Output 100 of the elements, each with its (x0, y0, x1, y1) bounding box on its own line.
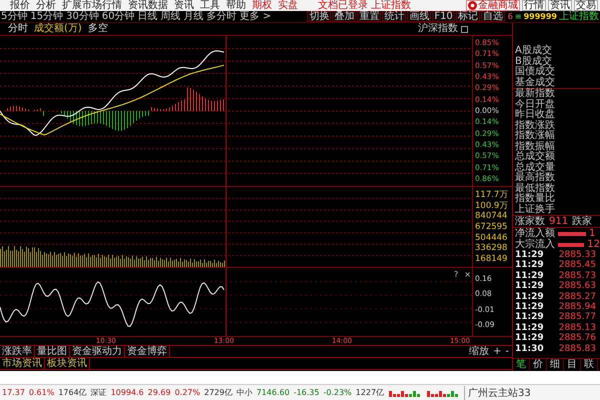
quote-field-label: 指数涨跌 (514, 120, 556, 130)
indicator-tab[interactable]: 量比图 (35, 346, 70, 357)
indicator-tab[interactable]: 资金博弈 (125, 346, 170, 357)
period-tab[interactable]: 15分钟 (30, 11, 64, 22)
tick-price: 2885.76 (558, 333, 596, 344)
tick-time: 11:29 (515, 312, 544, 323)
menu-item[interactable]: 报价 (10, 0, 30, 11)
tick-time: 11:29 (515, 302, 544, 312)
news-tab[interactable]: 板块资讯 (45, 358, 90, 369)
flow-label: 大宗流入 (515, 239, 555, 250)
checkbox[interactable] (461, 26, 468, 32)
tick-time: 11:29 (515, 270, 544, 281)
toolbar-button[interactable]: 资讯 (548, 0, 572, 11)
tick-time: 11:29 (515, 333, 544, 344)
breadth-label: 涨家数 (515, 216, 545, 227)
quote-field-label: 指数量比 (514, 194, 556, 204)
tool-button[interactable]: F10 (432, 11, 455, 22)
quote-field-label: 国债成交 (514, 67, 556, 77)
indicator-control[interactable]: × (464, 270, 471, 279)
menu-item[interactable]: 期权 (252, 0, 272, 11)
quote-field-label: 上证换手 (514, 204, 556, 215)
tick-price: 2885.77 (558, 312, 596, 323)
status-value: 中小 (236, 387, 252, 398)
status-value: -16.35 (294, 388, 320, 397)
status-value: 17.37 (2, 388, 25, 397)
tool-button[interactable]: 叠加 (332, 11, 356, 22)
quote-field-label: 最高指数 (514, 173, 556, 183)
advance-count: 911 (549, 216, 568, 227)
zoom-label: 缩放 (469, 346, 489, 357)
period-tab[interactable]: 日线 (138, 11, 158, 22)
market-code: 6 (508, 11, 513, 22)
period-tab[interactable]: 周线 (160, 11, 181, 22)
tick-price: 2885.83 (558, 344, 596, 354)
axis-label: 168149 (475, 254, 508, 264)
tick-time: 11:29 (515, 292, 544, 302)
flow-value: 12 (587, 239, 600, 250)
mini-chart-icon (388, 388, 422, 396)
period-tab[interactable]: 30分钟 (66, 11, 99, 22)
period-tab[interactable]: 5分钟 (1, 11, 28, 22)
status-value: -0.23% (323, 388, 352, 397)
tool-button[interactable]: 标记 (456, 11, 480, 22)
axis-label: 504446 (475, 232, 508, 243)
status-value: 29.69 (148, 388, 171, 397)
tool-button[interactable]: 重置 (357, 11, 382, 22)
toolbar-button[interactable]: 行情 (522, 0, 546, 11)
period-tab[interactable]: 月线 (184, 11, 204, 22)
tick-price: 2885.73 (558, 270, 596, 281)
status-value: 0.61% (28, 388, 54, 397)
quote-field-label: 基金成交 (514, 78, 556, 88)
tick-price: 2885.13 (558, 322, 596, 333)
quote-field-label: 昨日收盘 (514, 110, 556, 120)
tool-button[interactable]: 切换 (307, 11, 332, 22)
tick-price: 2885.33 (558, 250, 596, 260)
quote-field-label: A股成交 (514, 46, 553, 56)
tick-price: 2885.94 (558, 302, 596, 312)
news-tab[interactable]: 市场资讯 (0, 358, 45, 369)
menu-item[interactable]: 分析 (36, 0, 56, 11)
status-value: 1764亿 (58, 387, 87, 398)
menu-item[interactable]: 资讯 (174, 0, 194, 11)
indicator-tab[interactable]: 涨跌率 (0, 346, 35, 357)
flow-bar (558, 232, 586, 236)
chart-label[interactable]: 分时 (8, 23, 28, 35)
zoom-button[interactable]: - (505, 346, 509, 357)
axis-label: 117.7万 (475, 190, 508, 200)
period-tab[interactable]: 60分钟 (102, 11, 135, 22)
status-value: 10994.6 (110, 388, 144, 397)
quote-field-label: 今日开盘 (514, 100, 556, 110)
tick-price: 2885.45 (558, 260, 596, 271)
tick-time: 11:30 (515, 344, 544, 354)
quote-field-label: B股成交 (514, 56, 552, 66)
axis-label: 336298 (475, 243, 508, 254)
tool-button[interactable]: 自选 (480, 11, 505, 22)
indicator-control[interactable]: ? (454, 270, 458, 279)
status-value: 深证 (90, 387, 107, 398)
tool-button[interactable]: 画线 (407, 11, 432, 22)
period-tab[interactable]: 多分时 (206, 11, 237, 22)
menu-icon[interactable]: ≡ (514, 11, 522, 22)
axis-label: 840744 (475, 211, 508, 222)
menu-item[interactable]: 工具 (200, 0, 220, 11)
menu-item[interactable]: 资讯数据 (128, 0, 168, 11)
tick-time: 11:29 (515, 260, 544, 271)
security-name: 上证指数 (559, 11, 599, 22)
indicator-tab[interactable]: 资金驱动力 (70, 346, 125, 357)
period-tab[interactable]: 更多 > (240, 11, 272, 22)
axis-label: 672595 (475, 222, 508, 232)
breadth-label: 跌家 (572, 216, 592, 227)
quote-field-label: 总成交额 (514, 152, 556, 162)
quote-field-label: 总成交量 (514, 162, 556, 172)
security-code: 999999 (524, 11, 557, 22)
menu-item[interactable]: 帮助 (226, 0, 246, 11)
zoom-button[interactable]: + (493, 346, 502, 357)
tick-time: 11:29 (515, 250, 544, 260)
tick-time: 11:29 (515, 322, 544, 333)
flow-value: 1 (589, 228, 596, 239)
tick-price: 2885.27 (558, 292, 596, 302)
server-name: 广州云主站33 (464, 386, 531, 400)
quote-field-label: 最新指数 (513, 88, 600, 100)
status-value: 0.27% (174, 388, 200, 397)
quote-field-label: 指数涨幅 (514, 131, 556, 141)
quote-field-label: 最低指数 (514, 184, 556, 194)
